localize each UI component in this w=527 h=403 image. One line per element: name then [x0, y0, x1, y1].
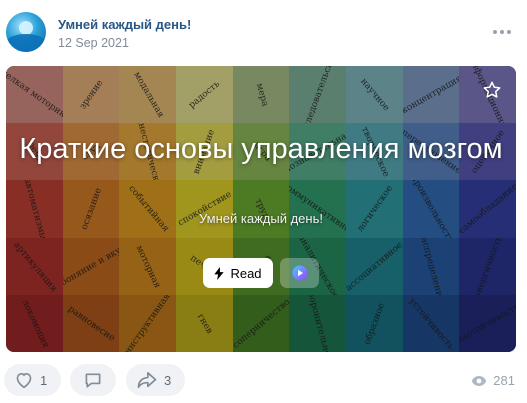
- article-title: Краткие основы управления мозгом: [19, 133, 503, 165]
- post-actions: 1 3 281: [0, 362, 527, 398]
- community-avatar[interactable]: [6, 12, 46, 52]
- dot-icon: [500, 30, 504, 34]
- star-icon[interactable]: [482, 80, 502, 100]
- share-to-story-button[interactable]: [280, 258, 319, 288]
- like-count: 1: [40, 372, 48, 388]
- more-options-button[interactable]: [493, 27, 513, 37]
- heart-icon: [16, 373, 32, 389]
- article-subtitle: Умней каждый день!: [199, 211, 323, 226]
- share-count: 3: [164, 372, 172, 388]
- like-button[interactable]: 1: [4, 364, 61, 396]
- post-header: Умней каждый день! 12 Sep 2021: [0, 0, 527, 62]
- read-button-label: Read: [230, 265, 262, 281]
- comment-icon: [85, 372, 101, 388]
- story-icon: [292, 265, 307, 281]
- community-name-link[interactable]: Умней каждый день!: [58, 17, 191, 32]
- eye-icon: [472, 375, 487, 386]
- share-button[interactable]: 3: [126, 364, 185, 396]
- article-cover[interactable]: мелкая моторика зрение модальная радость мер…: [6, 66, 516, 352]
- share-arrow-icon: [137, 371, 157, 389]
- avatar-figure: [19, 21, 33, 35]
- cover-shade: [6, 66, 516, 352]
- dot-icon: [507, 30, 511, 34]
- post-date[interactable]: 12 Sep 2021: [58, 36, 129, 50]
- views-count: 281: [493, 373, 515, 388]
- lightning-icon: [214, 266, 225, 280]
- views-counter: 281: [471, 373, 515, 388]
- dot-icon: [493, 30, 497, 34]
- avatar-wave: [6, 34, 46, 52]
- comment-button[interactable]: [70, 364, 116, 396]
- read-button[interactable]: Read: [203, 258, 273, 288]
